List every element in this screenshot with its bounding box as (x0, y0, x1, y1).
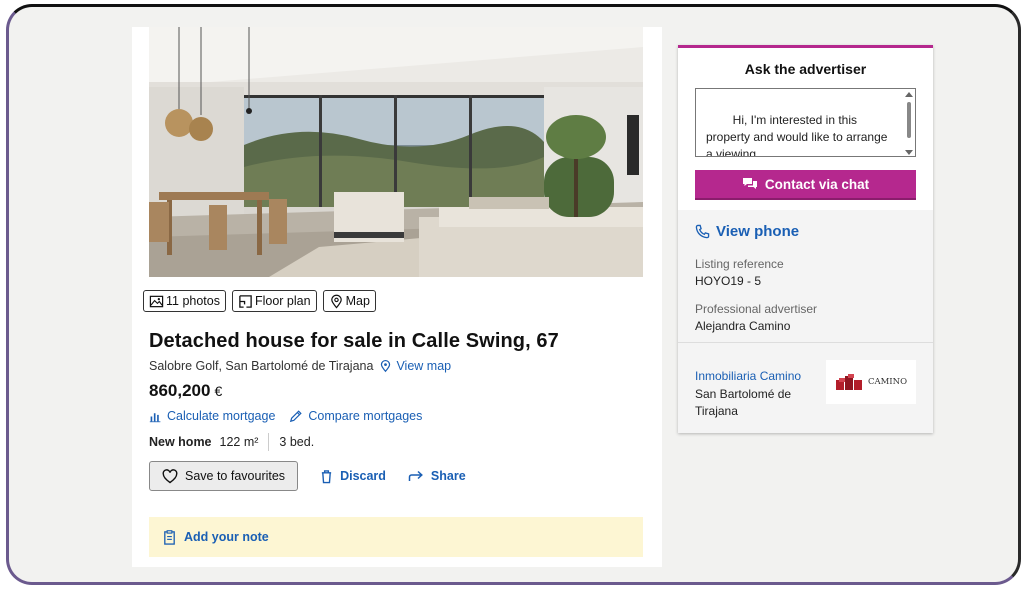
browser-frame: 11 photos Floor plan Map Detached house … (6, 4, 1021, 585)
add-note-box[interactable]: Add your note (149, 517, 643, 557)
map-tab-label: Map (345, 294, 370, 308)
view-phone-label: View phone (716, 223, 800, 240)
agency-logo-text: CAMINO (867, 376, 908, 387)
calculate-mortgage-label: Calculate mortgage (167, 409, 276, 423)
media-tabs: 11 photos Floor plan Map (143, 290, 376, 312)
floor-plan-icon (239, 294, 252, 308)
contact-via-chat-label: Contact via chat (764, 176, 870, 192)
map-tab[interactable]: Map (322, 290, 376, 312)
image-icon (149, 295, 164, 307)
discard-label: Discard (340, 469, 386, 483)
save-to-favourites-button[interactable]: Save to favourites (149, 461, 299, 491)
share-button[interactable]: Share (408, 469, 466, 483)
view-map-label: View map (396, 359, 452, 373)
feature-divider (268, 433, 270, 451)
scroll-thumb[interactable] (907, 102, 911, 138)
listing-features: New home 122 m² 3 bed. (149, 433, 314, 451)
scroll-up-arrow[interactable] (905, 92, 913, 97)
location-pin-icon (381, 359, 391, 373)
view-phone-link[interactable]: View phone (695, 223, 799, 240)
professional-advertiser-label: Professional advertiser (695, 302, 818, 316)
photos-tab-label: 11 photos (166, 294, 220, 308)
listing-title: Detached house for sale in Calle Swing, … (149, 330, 559, 352)
contact-form: Ask the advertiser Hi, I'm interested in… (678, 45, 933, 210)
trash-icon (321, 469, 332, 483)
price-value: 860,200 (149, 381, 211, 400)
agency-location: San Bartolomé de Tirajana (695, 387, 792, 418)
scroll-down-arrow[interactable] (905, 150, 913, 155)
heart-icon (162, 468, 178, 483)
advertiser-name: Alejandra Camino (695, 319, 791, 333)
bar-chart-icon (149, 412, 161, 422)
photos-tab[interactable]: 11 photos (143, 290, 226, 312)
listing-reference-label: Listing reference (695, 257, 784, 271)
listing-location: Salobre Golf, San Bartolomé de Tirajana … (149, 359, 451, 373)
price-currency: € (214, 383, 223, 399)
listing-actions: Save to favourites Discard Share (149, 461, 466, 491)
listing-card: 11 photos Floor plan Map Detached house … (132, 27, 662, 567)
chat-icon (742, 178, 757, 189)
new-home-label: New home (149, 435, 212, 449)
pencil-icon (290, 410, 303, 423)
location-text: Salobre Golf, San Bartolomé de Tirajana (149, 359, 374, 373)
floor-plan-tab-label: Floor plan (254, 294, 311, 308)
message-text: Hi, I'm interested in this property and … (706, 113, 888, 157)
note-icon (164, 529, 175, 545)
panel-divider (678, 342, 933, 343)
save-to-favourites-label: Save to favourites (185, 469, 286, 483)
phone-icon (695, 224, 710, 239)
contact-panel: Ask the advertiser Hi, I'm interested in… (678, 45, 933, 433)
share-arrow-icon (408, 470, 423, 481)
map-pin-icon (330, 294, 342, 309)
ask-advertiser-title: Ask the advertiser (744, 61, 867, 77)
compare-mortgages-label: Compare mortgages (308, 409, 423, 423)
agency-name-link[interactable]: Inmobiliaria Camino (695, 369, 801, 383)
listing-reference-value: HOYO19 - 5 (695, 274, 762, 288)
message-textarea[interactable]: Hi, I'm interested in this property and … (695, 88, 916, 157)
message-scrollbar[interactable] (905, 92, 913, 155)
floor-plan-tab[interactable]: Floor plan (231, 290, 317, 312)
listing-price: 860,200 € (149, 381, 222, 401)
listing-photo[interactable] (149, 27, 643, 277)
contact-via-chat-button[interactable]: Contact via chat (695, 170, 916, 200)
discard-button[interactable]: Discard (320, 469, 386, 484)
calculate-mortgage-link[interactable]: Calculate mortgage (149, 409, 275, 423)
agency-logo-mark (835, 374, 862, 390)
area-value: 122 m² (219, 435, 259, 449)
add-note-label: Add your note (184, 530, 269, 544)
share-label: Share (430, 469, 466, 483)
agency-logo[interactable]: CAMINO (826, 360, 916, 404)
mortgage-links: Calculate mortgage Compare mortgages (149, 409, 422, 423)
compare-mortgages-link[interactable]: Compare mortgages (289, 409, 422, 423)
bedrooms-value: 3 bed. (279, 435, 315, 449)
view-map-link[interactable]: View map (379, 359, 451, 373)
